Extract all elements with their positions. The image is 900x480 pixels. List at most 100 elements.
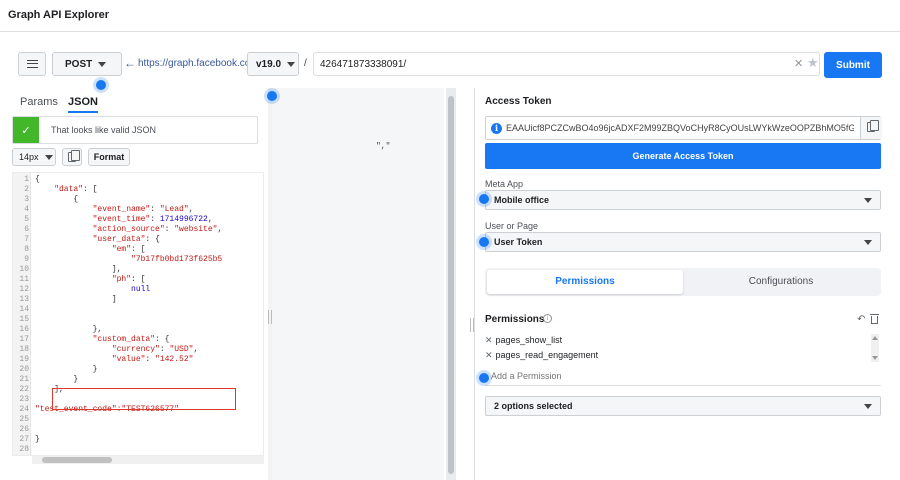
line-number: 8 (24, 245, 29, 254)
hamburger-icon (26, 60, 38, 68)
line-number: 23 (19, 395, 29, 404)
request-body-panel: Params JSON ✓ That looks like valid JSON… (10, 92, 268, 472)
options-selected-value: 2 options selected (494, 401, 573, 411)
copy-button[interactable] (62, 148, 82, 166)
code-line: "event_time": 1714996722, (92, 215, 213, 224)
line-number: 5 (24, 215, 29, 224)
path-input[interactable] (313, 52, 820, 76)
app-title: Graph API Explorer (8, 9, 110, 21)
remove-icon[interactable]: ✕ (485, 335, 493, 345)
code-line: "action_source": "website", (92, 225, 223, 234)
code-line: "currency": "USD", (111, 345, 199, 354)
tour-hotspot[interactable] (479, 194, 489, 204)
code-line: "ph": [ (111, 275, 146, 284)
arrow-left-icon: ← (124, 56, 136, 70)
copy-icon (867, 120, 879, 132)
access-token-value: EAAUicf8PCZCwBO4o96jcADXF2M99ZBQVoCHyR8C… (506, 123, 854, 133)
line-number: 28 (19, 445, 29, 454)
line-number: 26 (19, 425, 29, 434)
code-line: "data": [ (54, 185, 98, 194)
check-icon: ✓ (13, 117, 39, 143)
line-number: 16 (19, 325, 29, 334)
scroll-down-icon[interactable] (872, 356, 878, 360)
info-icon[interactable]: i (491, 123, 502, 134)
copy-icon (68, 150, 80, 162)
access-token-field[interactable]: i EAAUicf8PCZCwBO4o96jcADXF2M99ZBQVoCHyR… (485, 116, 882, 140)
json-editor[interactable]: 1 2 3 4 5 6 7 8 9 10 11 12 13 14 15 16 1… (12, 172, 264, 456)
permissions-scrollbar[interactable] (871, 334, 879, 362)
line-number: 1 (24, 175, 29, 184)
tour-hotspot[interactable] (479, 237, 489, 247)
validation-message: That looks like valid JSON (51, 125, 157, 135)
code-line: null (131, 285, 151, 294)
line-number: 21 (19, 375, 29, 384)
tab-configurations[interactable]: Configurations (683, 270, 879, 294)
tab-params[interactable]: Params (20, 96, 58, 108)
line-number: 6 (24, 225, 29, 234)
line-number: 25 (19, 415, 29, 424)
line-number: 24 (19, 405, 29, 414)
user-page-value: User Token (494, 237, 543, 247)
user-page-select[interactable]: User Token (485, 232, 881, 252)
info-icon[interactable]: i (543, 314, 552, 323)
token-panel: Access Token i EAAUicf8PCZCwBO4o96jcADXF… (474, 88, 894, 480)
version-select[interactable]: v19.0 (247, 52, 299, 76)
chevron-down-icon (864, 198, 872, 203)
line-number: 3 (24, 195, 29, 204)
scrollbar-thumb[interactable] (42, 457, 112, 463)
tour-hotspot[interactable] (267, 91, 277, 101)
code-line: } (73, 375, 79, 384)
meta-app-label: Meta App (485, 179, 524, 189)
line-number: 7 (24, 235, 29, 244)
base-url: https://graph.facebook.com/ (138, 58, 262, 69)
code-line: { (35, 175, 40, 184)
horizontal-scrollbar[interactable] (32, 456, 264, 464)
vertical-scrollbar[interactable] (446, 88, 456, 480)
permission-label: pages_read_engagement (495, 350, 599, 360)
code-line: "custom_data": { (92, 335, 170, 344)
star-icon[interactable]: ★ (807, 55, 819, 71)
clear-icon[interactable]: ✕ (794, 57, 803, 70)
method-select[interactable]: POST (52, 52, 122, 76)
chevron-down-icon (864, 404, 872, 409)
tab-permissions[interactable]: Permissions (487, 270, 683, 294)
add-permission-input[interactable] (485, 366, 881, 386)
generate-token-button[interactable]: Generate Access Token (485, 143, 881, 169)
format-button[interactable]: Format (88, 148, 130, 166)
code-line: } (35, 435, 40, 444)
line-number: 19 (19, 355, 29, 364)
trash-icon[interactable] (870, 314, 879, 324)
line-number: 22 (19, 385, 29, 394)
copy-token-button[interactable] (860, 117, 882, 139)
highlight-annotation (52, 388, 236, 410)
list-item: ✕ pages_read_engagement (485, 350, 598, 361)
line-number: 9 (24, 255, 29, 264)
code-line: { (73, 195, 79, 204)
line-number: 20 (19, 365, 29, 374)
response-panel: "," (272, 88, 444, 480)
line-number: 17 (19, 335, 29, 344)
tour-hotspot[interactable] (479, 373, 489, 383)
scroll-up-icon[interactable] (872, 336, 878, 340)
tab-json[interactable]: JSON (68, 96, 98, 108)
line-number: 27 (19, 435, 29, 444)
tour-hotspot[interactable] (96, 80, 106, 90)
submit-button[interactable]: Submit (824, 52, 882, 78)
remove-icon[interactable]: ✕ (485, 350, 493, 360)
line-number: 15 (19, 315, 29, 324)
version-label: v19.0 (256, 58, 282, 70)
code-line: ], (111, 265, 122, 274)
scrollbar-thumb[interactable] (448, 96, 454, 474)
active-tab-indicator (68, 111, 98, 113)
method-label: POST (65, 58, 93, 70)
chevron-down-icon (864, 240, 872, 245)
undo-icon[interactable]: ↶ (857, 314, 865, 325)
code-line: "em": [ (111, 245, 146, 254)
font-size-select[interactable]: 14px (12, 148, 56, 166)
top-bar: Graph API Explorer (0, 0, 900, 32)
menu-button[interactable] (18, 52, 46, 76)
line-number-gutter: 1 2 3 4 5 6 7 8 9 10 11 12 13 14 15 16 1… (13, 173, 31, 455)
options-select[interactable]: 2 options selected (485, 396, 881, 416)
meta-app-select[interactable]: Mobile office (485, 190, 881, 210)
meta-app-value: Mobile office (494, 195, 550, 205)
